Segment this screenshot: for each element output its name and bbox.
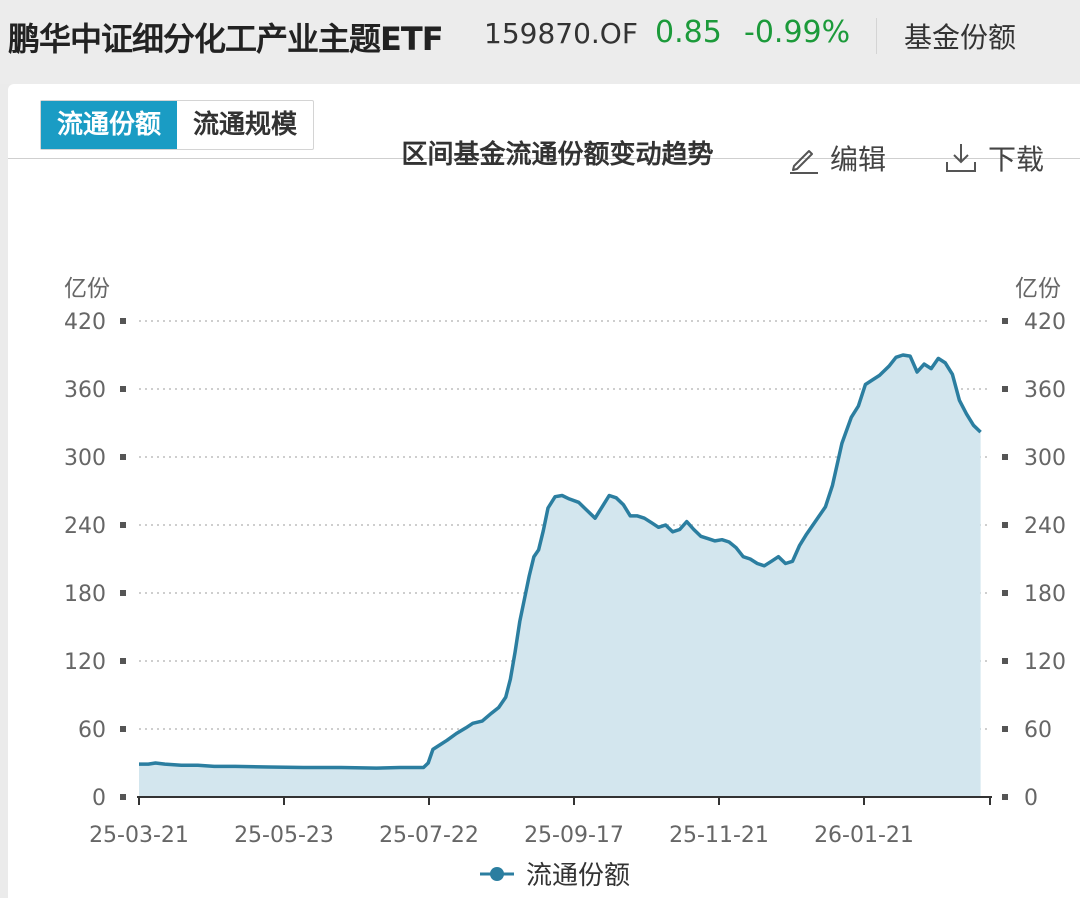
y-tick-mark-left <box>120 318 126 324</box>
y-tick-mark-left <box>120 454 126 460</box>
y-tick-mark-right <box>1002 590 1008 596</box>
y-tick-mark-left <box>120 658 126 664</box>
y-tick-mark-right <box>1002 454 1008 460</box>
y-unit-right: 亿份 <box>1015 276 1061 302</box>
y-unit-left: 亿份 <box>64 276 110 302</box>
y-tick-mark-right <box>1002 794 1008 800</box>
y-tick-mark-right <box>1002 386 1008 392</box>
y-tick-mark-left <box>120 794 126 800</box>
y-tick-label-left: 300 <box>64 446 106 471</box>
y-tick-mark-left <box>120 522 126 528</box>
x-tick-label: 25-05-23 <box>234 823 334 848</box>
x-tick-label: 25-03-21 <box>89 823 189 848</box>
y-tick-label-left: 0 <box>92 786 106 811</box>
y-tick-label-right: 180 <box>1024 582 1066 607</box>
y-tick-mark-left <box>120 590 126 596</box>
y-tick-label-left: 60 <box>78 718 106 743</box>
y-tick-label-left: 420 <box>64 310 106 335</box>
legend-label[interactable]: 流通份额 <box>526 861 630 891</box>
y-tick-label-right: 240 <box>1024 514 1066 539</box>
y-tick-label-right: 300 <box>1024 446 1066 471</box>
y-tick-mark-left <box>120 386 126 392</box>
x-tick-label: 25-11-21 <box>669 823 769 848</box>
y-tick-mark-right <box>1002 726 1008 732</box>
y-tick-label-right: 360 <box>1024 378 1066 403</box>
y-tick-mark-right <box>1002 318 1008 324</box>
y-tick-mark-right <box>1002 658 1008 664</box>
y-tick-label-right: 60 <box>1024 718 1052 743</box>
y-tick-label-right: 420 <box>1024 310 1066 335</box>
y-tick-label-left: 240 <box>64 514 106 539</box>
y-tick-label-left: 120 <box>64 650 106 675</box>
x-tick-label: 25-09-17 <box>524 823 624 848</box>
y-tick-label-left: 360 <box>64 378 106 403</box>
x-tick-label: 25-07-22 <box>379 823 479 848</box>
y-tick-label-right: 0 <box>1024 786 1038 811</box>
legend-marker <box>490 867 504 881</box>
y-tick-mark-right <box>1002 522 1008 528</box>
x-tick-label: 26-01-21 <box>814 823 914 848</box>
y-tick-label-left: 180 <box>64 582 106 607</box>
y-tick-label-right: 120 <box>1024 650 1066 675</box>
series-area-fill <box>139 355 981 797</box>
y-tick-mark-left <box>120 726 126 732</box>
area-chart: 亿份 亿份 0 0 60 60 120 120 180 180 240 240 300 300 360 3… <box>64 276 1066 891</box>
